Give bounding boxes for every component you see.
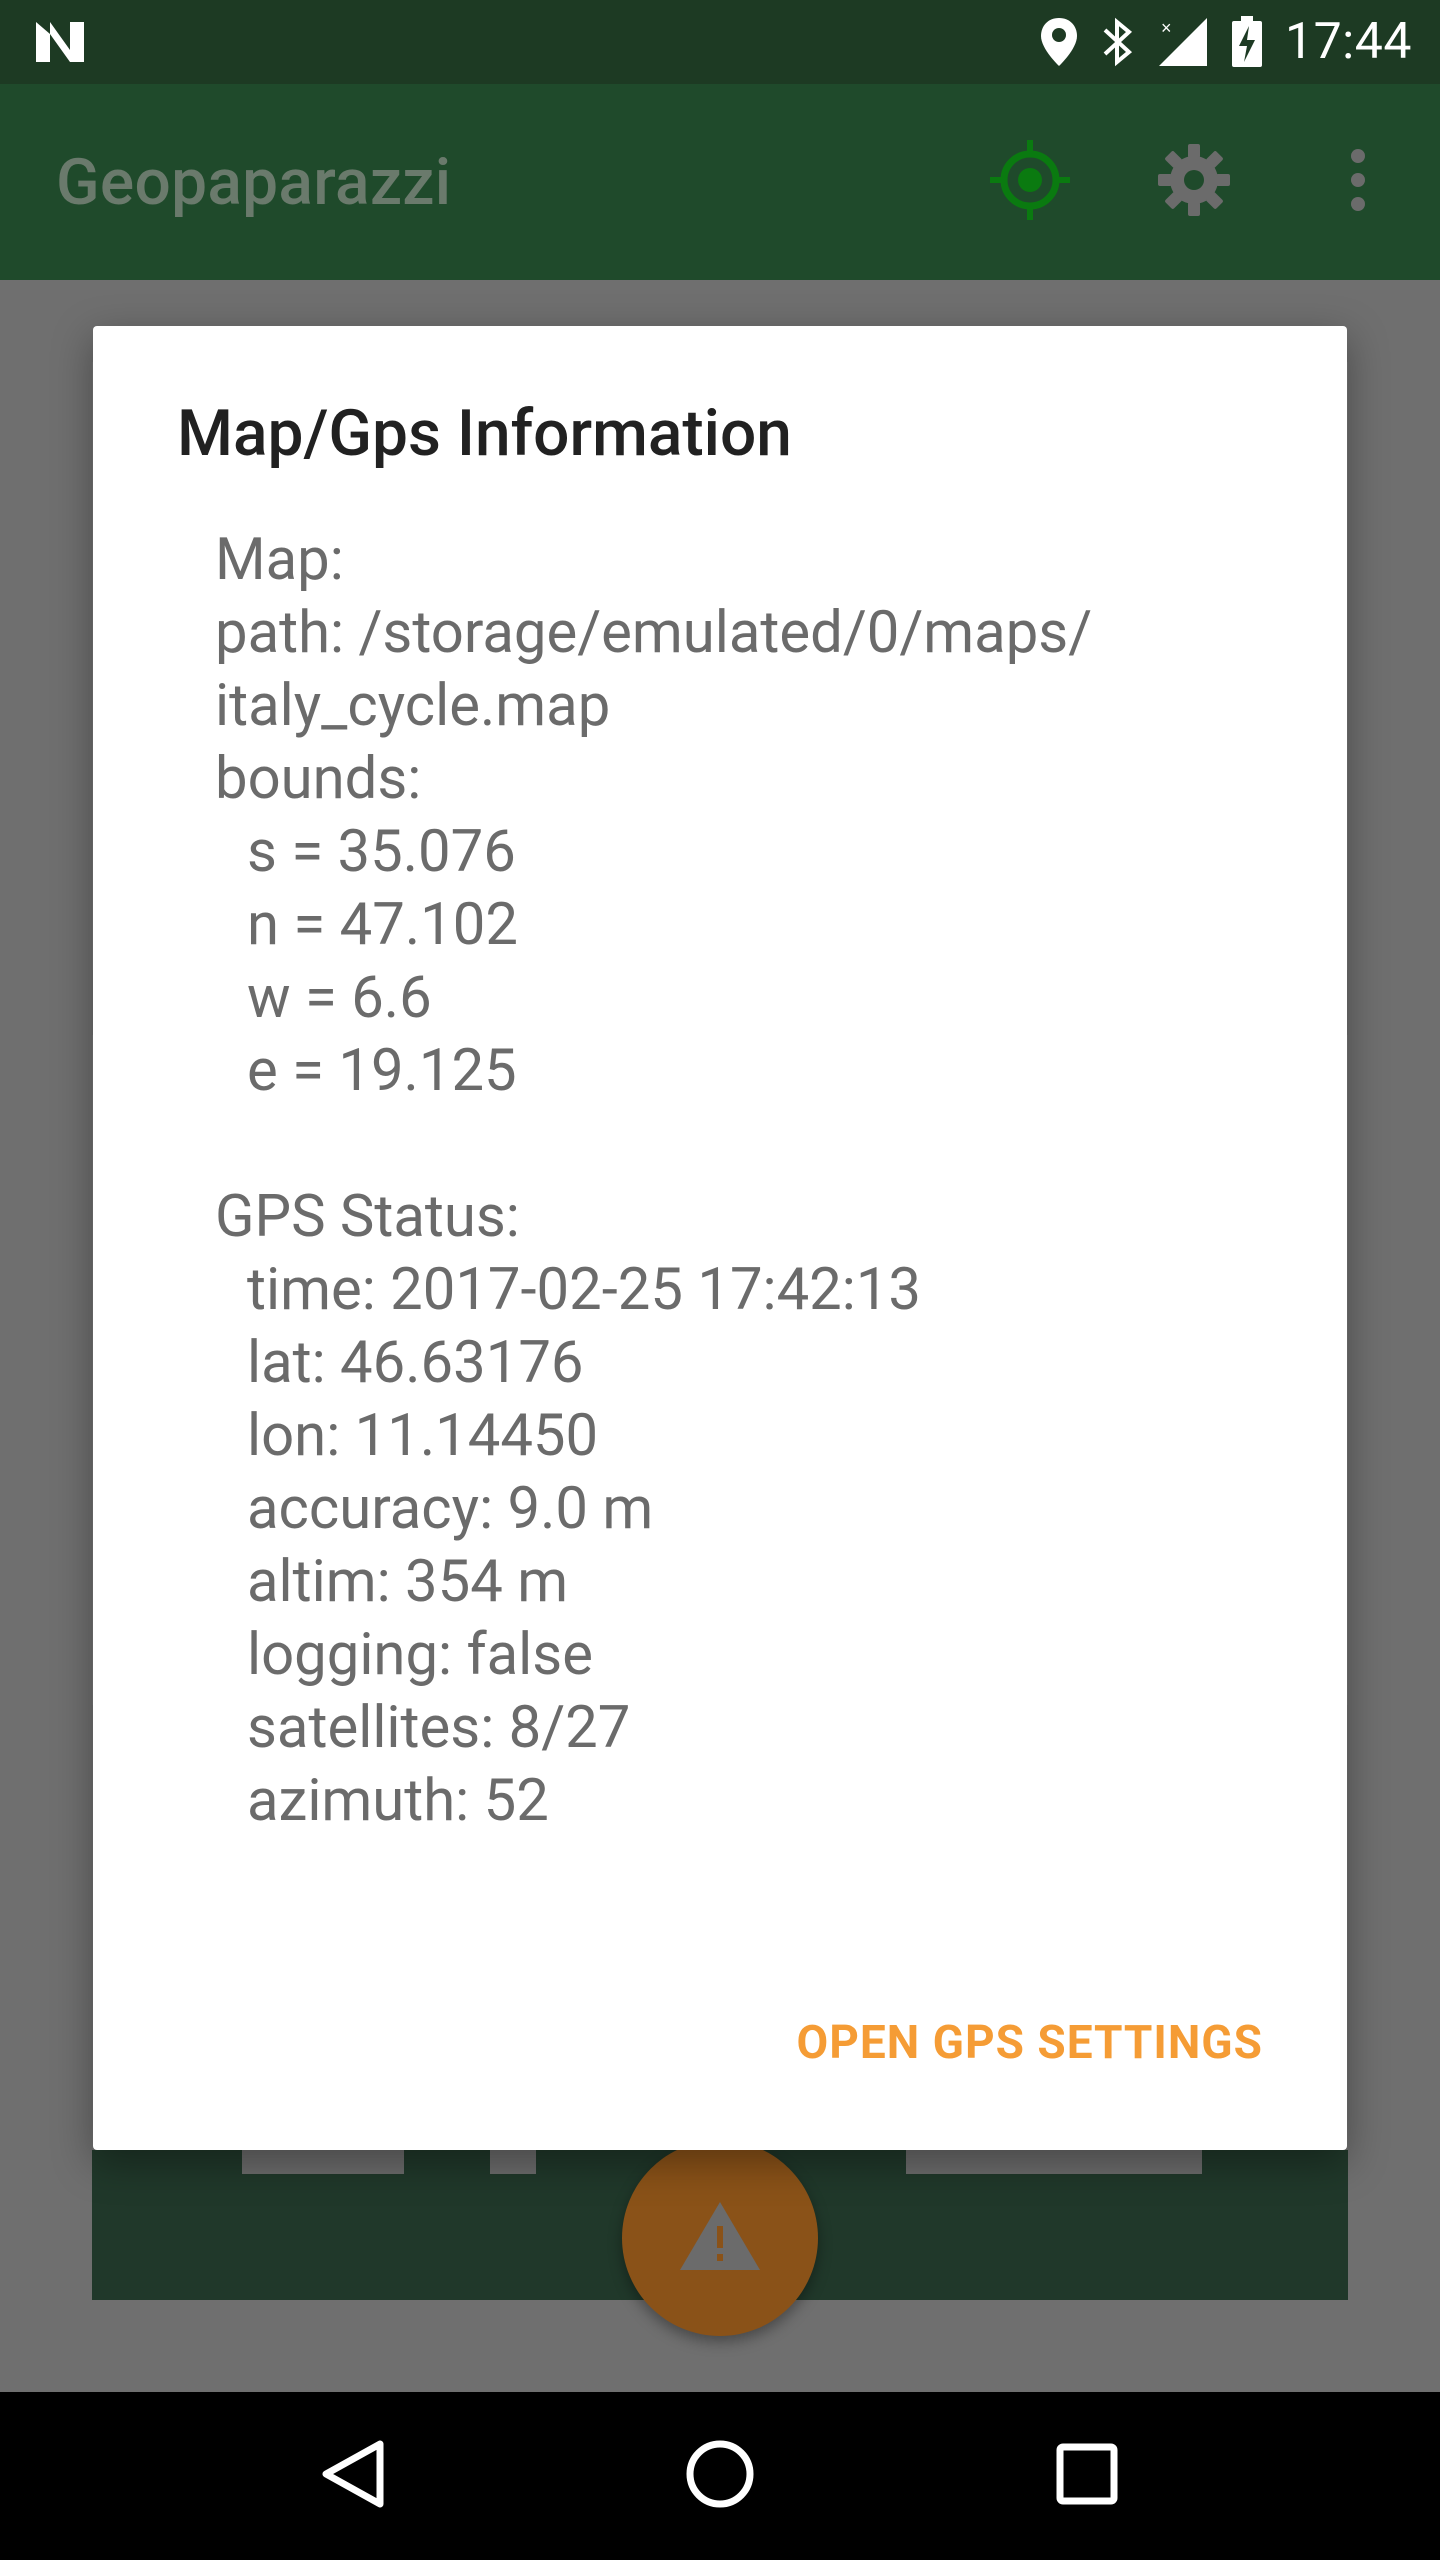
settings-gear-icon (1156, 142, 1232, 222)
back-icon (320, 2438, 386, 2514)
gps-status-heading: GPS Status: (215, 1183, 520, 1251)
gps-azimuth: azimuth: 52 (247, 1767, 549, 1835)
navigation-bar (0, 2392, 1440, 2560)
map-heading: Map: (215, 526, 344, 594)
battery-charging-icon (1231, 16, 1263, 68)
gps-altitude: altim: 354 m (247, 1548, 569, 1616)
overflow-menu-icon (1348, 148, 1368, 216)
dialog-body: Map: path: /storage/emulated/0/maps/ ita… (215, 524, 1315, 1838)
warning-triangle-icon (678, 2200, 762, 2276)
map-gps-info-dialog: Map/Gps Information Map: path: /storage/… (93, 326, 1347, 2150)
gps-target-icon (988, 138, 1072, 226)
gps-satellites: satellites: 8/27 (247, 1694, 631, 1762)
gps-lat: lat: 46.63176 (247, 1329, 584, 1397)
app-bar: Geopaparazzi (0, 84, 1440, 280)
gps-lon: lon: 11.14450 (247, 1402, 599, 1470)
gps-time: time: 2017-02-25 17:42:13 (247, 1256, 922, 1324)
settings-button[interactable] (1112, 84, 1276, 280)
bounds-south: s = 35.076 (247, 818, 516, 886)
home-icon (684, 2438, 756, 2514)
map-path-line: path: /storage/emulated/0/maps/ (215, 599, 1093, 667)
map-path-line: italy_cycle.map (215, 672, 611, 740)
bounds-east: e = 19.125 (247, 1037, 517, 1105)
overflow-menu-button[interactable] (1276, 84, 1440, 280)
recents-button[interactable] (1022, 2411, 1152, 2541)
location-pin-icon (1039, 16, 1079, 68)
open-gps-settings-button[interactable]: OPEN GPS SETTINGS (797, 2016, 1264, 2070)
cellular-signal-icon: × (1157, 16, 1209, 68)
status-time: 17:44 (1284, 13, 1412, 71)
notification-n-icon (34, 20, 86, 64)
home-button[interactable] (655, 2411, 785, 2541)
bounds-west: w = 6.6 (247, 964, 432, 1032)
svg-text:×: × (1161, 18, 1172, 38)
app-title: Geopaparazzi (56, 144, 452, 220)
gps-accuracy: accuracy: 9.0 m (247, 1475, 654, 1543)
gps-logging: logging: false (247, 1621, 593, 1689)
back-button[interactable] (288, 2411, 418, 2541)
warning-fab[interactable] (622, 2140, 818, 2336)
gps-target-button[interactable] (948, 84, 1112, 280)
bounds-north: n = 47.102 (247, 891, 518, 959)
status-bar: × 17:44 (0, 0, 1440, 84)
bluetooth-icon (1101, 16, 1135, 68)
dialog-title: Map/Gps Information (177, 396, 792, 471)
bounds-heading: bounds: (215, 745, 422, 813)
recents-icon (1055, 2442, 1119, 2510)
